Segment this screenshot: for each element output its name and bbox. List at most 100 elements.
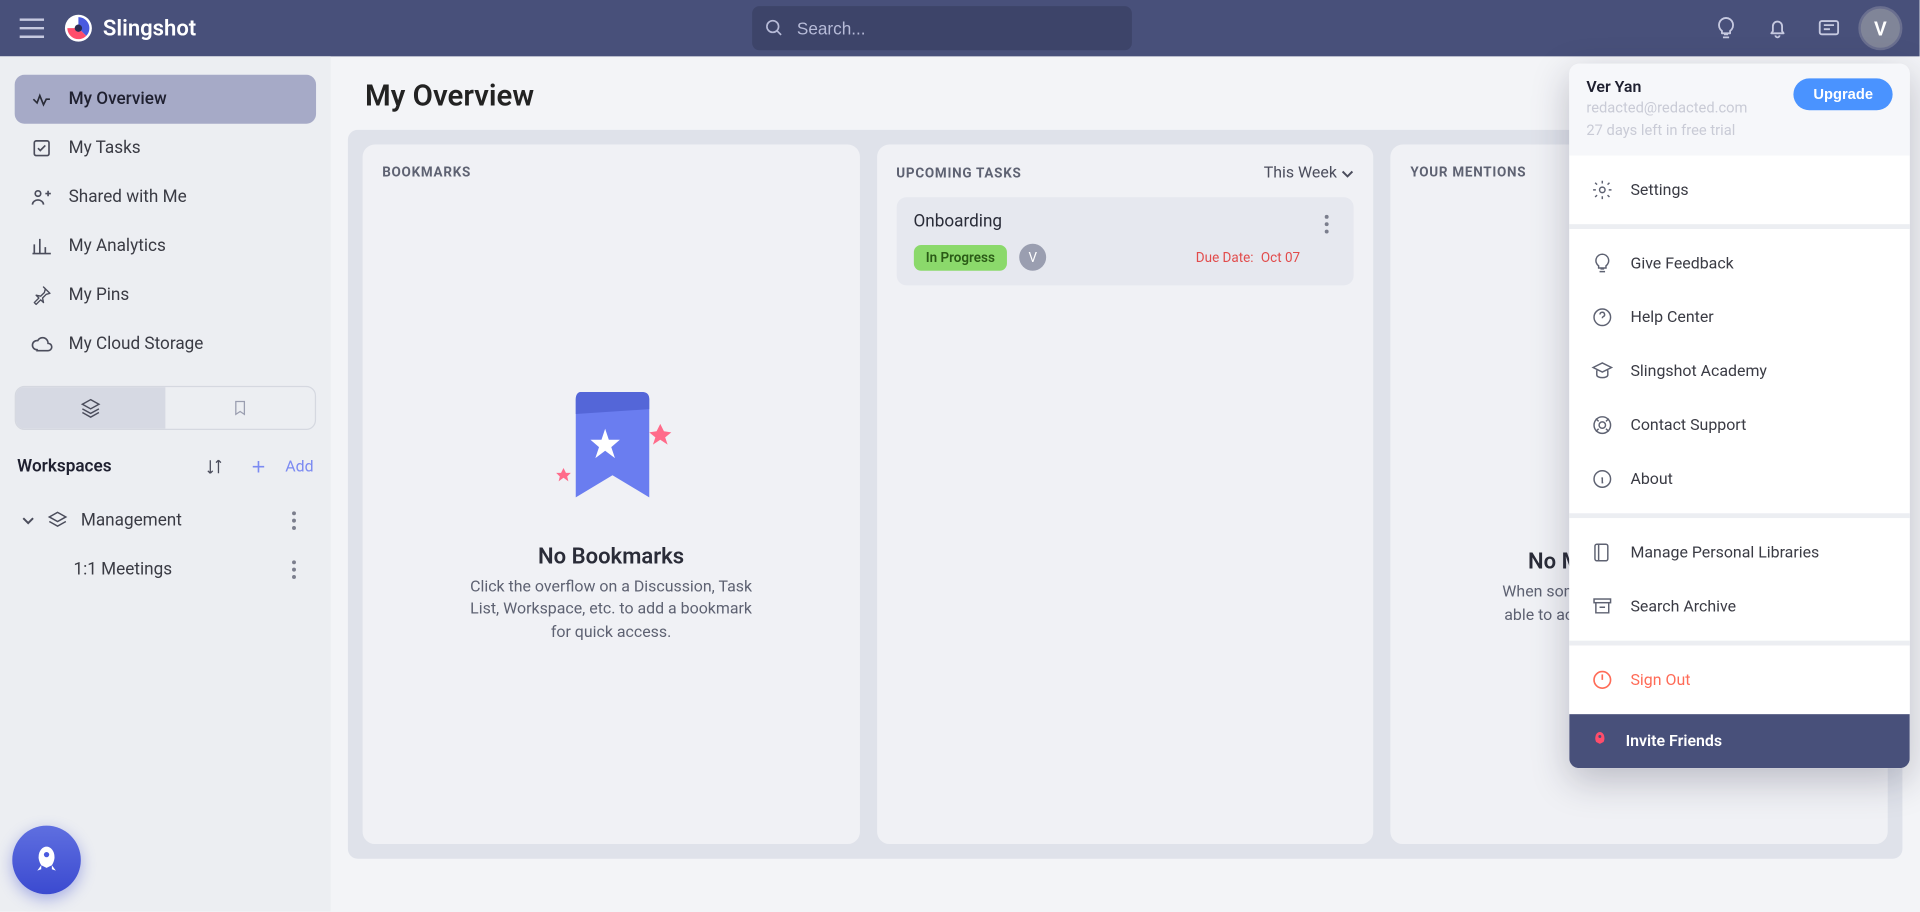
bookmark-illustration	[544, 375, 679, 522]
nav-label: My Pins	[69, 285, 130, 305]
menu-signout[interactable]: Sign Out	[1569, 653, 1910, 707]
card-title: UPCOMING TASKS	[896, 165, 1021, 181]
archive-icon	[1589, 593, 1616, 620]
messages-icon[interactable]	[1807, 6, 1851, 50]
menu-help[interactable]: Help Center	[1569, 290, 1910, 344]
task-status-badge: In Progress	[913, 244, 1007, 270]
nav-label: My Cloud Storage	[69, 334, 204, 354]
tips-icon[interactable]	[1704, 6, 1748, 50]
workspaces-heading: Workspaces	[17, 457, 187, 477]
view-bookmarks[interactable]	[165, 387, 314, 429]
menu-label: Help Center	[1630, 308, 1713, 326]
view-layers[interactable]	[16, 387, 165, 429]
invite-icon	[1589, 730, 1611, 752]
menu-feedback[interactable]: Give Feedback	[1569, 236, 1910, 290]
task-card[interactable]: Onboarding In Progress V Due Date: Oct 0…	[896, 197, 1354, 285]
nav-my-tasks[interactable]: My Tasks	[15, 124, 316, 173]
lightbulb-icon	[1589, 250, 1616, 277]
help-icon	[1589, 304, 1616, 331]
due-label: Due Date:	[1196, 249, 1254, 265]
bookmark-icon	[232, 397, 249, 419]
nav-label: My Overview	[69, 89, 167, 109]
avatar-initial: V	[1874, 17, 1887, 40]
nav-label: Shared with Me	[69, 187, 187, 207]
sidebar-view-toggle	[15, 386, 316, 430]
nav-my-overview[interactable]: My Overview	[15, 75, 316, 124]
gear-icon	[1589, 176, 1616, 203]
nav-analytics[interactable]: My Analytics	[15, 222, 316, 271]
menu-academy[interactable]: Slingshot Academy	[1569, 344, 1910, 398]
workspace-label: Management	[81, 511, 182, 531]
launch-fab[interactable]	[12, 826, 81, 895]
nav-pins[interactable]: My Pins	[15, 271, 316, 320]
add-workspace-icon[interactable]	[241, 450, 275, 484]
sort-icon[interactable]	[197, 450, 231, 484]
task-more-icon[interactable]	[1312, 209, 1341, 238]
workspace-more-icon[interactable]	[279, 506, 308, 535]
due-value: Oct 07	[1261, 249, 1300, 265]
menu-label: Sign Out	[1630, 671, 1690, 689]
chevron-down-icon	[22, 515, 34, 527]
info-icon	[1589, 466, 1616, 493]
filter-label: This Week	[1264, 164, 1337, 182]
workspace-more-icon[interactable]	[279, 555, 308, 584]
task-title: Onboarding	[913, 212, 1300, 232]
menu-label: Settings	[1630, 181, 1688, 199]
brand-logo[interactable]: Slingshot	[64, 13, 197, 42]
profile-name: Ver Yan	[1586, 78, 1781, 96]
menu-support[interactable]: Contact Support	[1569, 398, 1910, 452]
top-bar: Slingshot V	[0, 0, 1920, 56]
tasks-icon	[29, 136, 54, 161]
layers-icon	[80, 397, 102, 419]
cloud-icon	[29, 332, 54, 357]
menu-invite[interactable]: Invite Friends	[1569, 714, 1910, 768]
shared-icon	[29, 185, 54, 210]
menu-label: Invite Friends	[1626, 732, 1723, 750]
menu-label: Contact Support	[1630, 416, 1746, 434]
workspace-meetings[interactable]: 1:1 Meetings	[15, 545, 316, 594]
menu-libraries[interactable]: Manage Personal Libraries	[1569, 526, 1910, 580]
tasks-filter-dropdown[interactable]: This Week	[1264, 164, 1354, 182]
avatar-button[interactable]: V	[1858, 6, 1902, 50]
search-input[interactable]	[797, 18, 1120, 38]
card-title: YOUR MENTIONS	[1410, 164, 1526, 180]
workspace-management[interactable]: Management	[15, 496, 316, 545]
slingshot-logo-icon	[64, 13, 93, 42]
brand-name: Slingshot	[103, 15, 196, 41]
menu-archive[interactable]: Search Archive	[1569, 579, 1910, 633]
card-bookmarks: BOOKMARKS No Bookmarks Click the overflo…	[363, 145, 860, 844]
nav-cloud[interactable]: My Cloud Storage	[15, 320, 316, 369]
chevron-down-icon	[1342, 167, 1354, 179]
profile-email: redacted@redacted.com	[1586, 99, 1781, 116]
profile-menu: Ver Yan redacted@redacted.com 27 days le…	[1569, 64, 1910, 768]
hamburger-menu-icon[interactable]	[15, 11, 49, 45]
workspace-icon	[47, 510, 69, 532]
menu-label: Search Archive	[1630, 597, 1736, 615]
add-workspace-button[interactable]: Add	[285, 458, 313, 476]
trial-status: 27 days left in free trial	[1586, 121, 1781, 138]
sidebar: My Overview My Tasks Shared with Me My A…	[0, 56, 331, 911]
card-upcoming-tasks: UPCOMING TASKS This Week Onboarding In P…	[877, 145, 1374, 844]
pin-icon	[29, 283, 54, 308]
menu-about[interactable]: About	[1569, 452, 1910, 506]
workspace-label: 1:1 Meetings	[74, 560, 173, 580]
menu-label: Manage Personal Libraries	[1630, 543, 1819, 561]
rocket-icon	[31, 844, 63, 876]
academy-icon	[1589, 358, 1616, 385]
nav-label: My Analytics	[69, 236, 166, 256]
upgrade-button[interactable]: Upgrade	[1794, 78, 1893, 110]
empty-text: Click the overflow on a Discussion, Task…	[464, 577, 758, 644]
menu-label: Slingshot Academy	[1630, 362, 1766, 380]
support-icon	[1589, 412, 1616, 439]
card-title: BOOKMARKS	[382, 164, 471, 180]
library-icon	[1589, 539, 1616, 566]
nav-label: My Tasks	[69, 138, 141, 158]
menu-settings[interactable]: Settings	[1569, 163, 1910, 217]
global-search[interactable]	[752, 6, 1132, 50]
empty-title: No Bookmarks	[538, 544, 684, 570]
notifications-icon[interactable]	[1755, 6, 1799, 50]
search-icon	[765, 17, 785, 39]
signout-icon	[1589, 666, 1616, 693]
task-assignee-avatar: V	[1019, 244, 1046, 271]
nav-shared[interactable]: Shared with Me	[15, 173, 316, 222]
